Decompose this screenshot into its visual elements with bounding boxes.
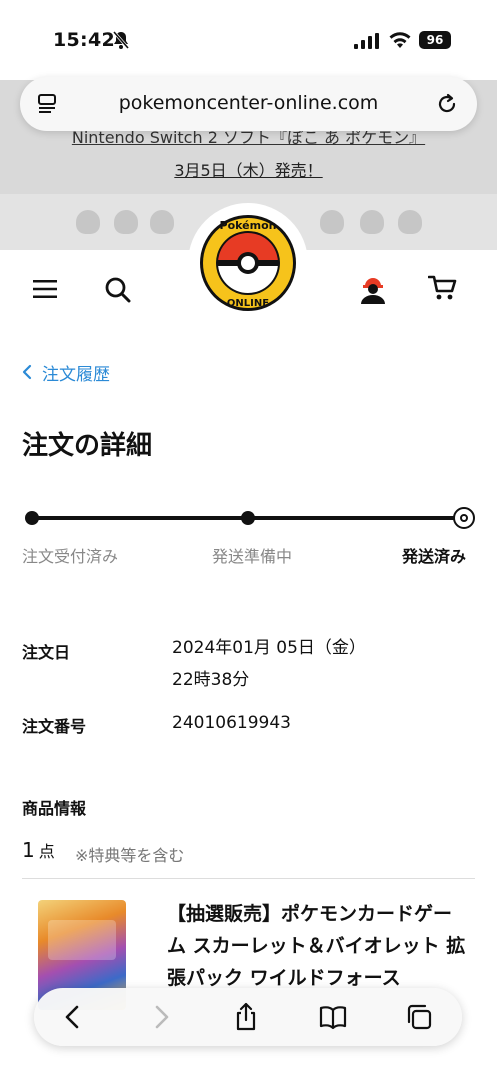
progress-dot-step2 [241, 511, 255, 525]
promo-banner-line2[interactable]: 3月5日（木）発売！ [0, 157, 497, 181]
item-count-number: 1 [22, 838, 35, 862]
pokemon-center-logo[interactable]: Pokémon ONLINE [198, 213, 298, 313]
signal-icon [354, 33, 379, 49]
order-number-value: 24010619943 [172, 713, 291, 733]
item-count-note: ※特典等を含む [75, 846, 185, 865]
url-text[interactable]: pokemoncenter-online.com [20, 92, 477, 114]
battery-icon: 96 [419, 31, 451, 49]
order-number-label: 注文番号 [22, 717, 87, 736]
order-date-value-line2: 22時38分 [172, 670, 250, 690]
back-to-order-history-link[interactable]: 注文履歴 [22, 360, 110, 385]
order-date-value-line1: 2024年01月 05日（金） [172, 638, 366, 658]
product-info-heading: 商品情報 [22, 799, 87, 818]
status-bar: 15:42 96 [0, 0, 497, 80]
bell-slash-icon [112, 31, 130, 49]
share-icon[interactable] [231, 1002, 261, 1032]
back-icon[interactable] [58, 1002, 88, 1032]
item-count-unit: 点 [38, 842, 55, 861]
divider [22, 878, 475, 879]
step-label-received: 注文受付済み [22, 547, 119, 566]
reload-icon[interactable] [437, 92, 459, 116]
bookmarks-icon[interactable] [318, 1002, 348, 1032]
browser-toolbar [34, 988, 462, 1046]
status-time: 15:42 [53, 29, 115, 51]
step-label-shipped: 発送済み [402, 547, 467, 566]
pokemon-silhouette-icon [114, 210, 138, 234]
account-icon[interactable] [359, 274, 387, 304]
progress-dot-step1 [25, 511, 39, 525]
svg-text:Pokémon: Pokémon [220, 219, 277, 232]
wifi-icon [389, 32, 411, 48]
search-icon[interactable] [104, 276, 132, 304]
svg-text:ONLINE: ONLINE [227, 298, 269, 309]
tabs-icon[interactable] [404, 1002, 434, 1032]
product-title[interactable]: 【抽選販売】ポケモンカードゲーム スカーレット＆バイオレット 拡張パック ワイル… [167, 898, 467, 994]
order-date-label: 注文日 [22, 643, 71, 662]
item-count: 1点 [22, 838, 55, 862]
pokemon-silhouette-icon [76, 210, 100, 234]
menu-icon[interactable] [33, 279, 57, 299]
cart-icon[interactable] [428, 274, 458, 302]
chevron-left-icon [22, 364, 32, 380]
page-title: 注文の詳細 [22, 431, 153, 461]
pokemon-silhouette-icon [398, 210, 422, 234]
step-label-preparing: 発送準備中 [212, 547, 293, 566]
progress-dot-step3-current [453, 507, 475, 529]
back-link-label[interactable]: 注文履歴 [42, 360, 110, 385]
pokemon-silhouette-icon [150, 210, 174, 234]
pokemon-silhouette-icon [360, 210, 384, 234]
address-bar[interactable]: pokemoncenter-online.com [20, 77, 477, 131]
pokemon-silhouette-icon [320, 210, 344, 234]
order-date-value: 2024年01月 05日（金） 22時38分 [172, 632, 366, 696]
forward-icon[interactable] [146, 1002, 176, 1032]
